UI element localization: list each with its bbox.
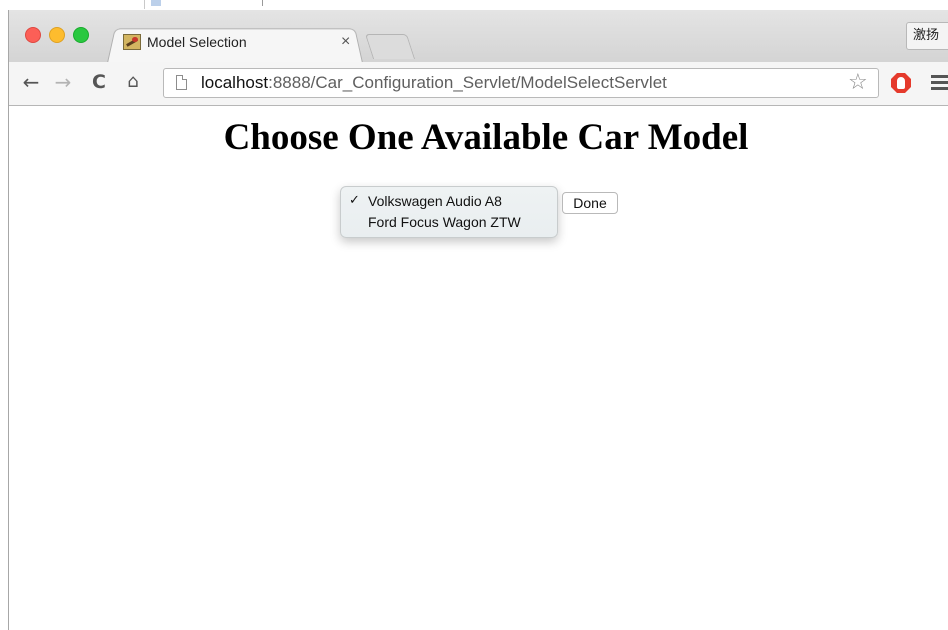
tab-close-icon[interactable]: × [341, 32, 350, 52]
reload-icon[interactable]: C [87, 70, 111, 94]
close-window-button[interactable] [25, 27, 41, 43]
url-host: localhost [201, 73, 269, 92]
page-title: Choose One Available Car Model [223, 117, 749, 158]
background-document-edge [0, 0, 948, 10]
home-icon[interactable]: ⌂ [121, 70, 145, 94]
background-document-tab [144, 0, 205, 9]
tomcat-favicon-icon [123, 34, 141, 50]
adblock-extension-icon[interactable] [891, 73, 911, 93]
done-button[interactable]: Done [562, 192, 618, 214]
tab-strip: Model Selection × 激扬 [9, 10, 948, 63]
url-path: :8888/Car_Configuration_Servlet/ModelSel… [268, 73, 667, 92]
url-text[interactable]: localhost:8888/Car_Configuration_Servlet… [201, 73, 667, 93]
minimize-window-button[interactable] [49, 27, 65, 43]
model-option-label: Volkswagen Audio A8 [368, 193, 502, 209]
background-document-divider [262, 0, 263, 6]
background-document-margin [0, 10, 8, 630]
browser-toolbar: ← → C ⌂ localhost:8888/Car_Configuration… [9, 62, 948, 106]
browser-window: Model Selection × 激扬 ← → C ⌂ localhost:8… [8, 10, 948, 630]
address-bar[interactable]: localhost:8888/Car_Configuration_Servlet… [163, 68, 879, 98]
model-select-dropdown[interactable]: ✓ Volkswagen Audio A8 Ford Focus Wagon Z… [340, 186, 558, 238]
tab-title: Model Selection [147, 34, 247, 50]
model-option-1[interactable]: ✓ Volkswagen Audio A8 [341, 191, 557, 211]
checkmark-icon: ✓ [349, 193, 360, 208]
back-arrow-icon[interactable]: ← [19, 70, 43, 94]
bookmark-star-icon[interactable]: ☆ [848, 71, 868, 95]
tab-model-selection-content[interactable]: Model Selection × [123, 32, 353, 58]
model-option-label: Ford Focus Wagon ZTW [368, 214, 521, 230]
model-option-2[interactable]: Ford Focus Wagon ZTW [341, 212, 557, 232]
page-document-icon [176, 75, 187, 90]
profile-button[interactable]: 激扬 [906, 22, 948, 50]
zoom-window-button[interactable] [73, 27, 89, 43]
hamburger-menu-icon[interactable] [931, 74, 948, 92]
forward-arrow-icon[interactable]: → [51, 70, 75, 94]
new-tab-button[interactable] [364, 34, 416, 59]
screen: Model Selection × 激扬 ← → C ⌂ localhost:8… [0, 0, 948, 630]
page-viewport: Choose One Available Car Model ✓ Volkswa… [9, 106, 948, 630]
